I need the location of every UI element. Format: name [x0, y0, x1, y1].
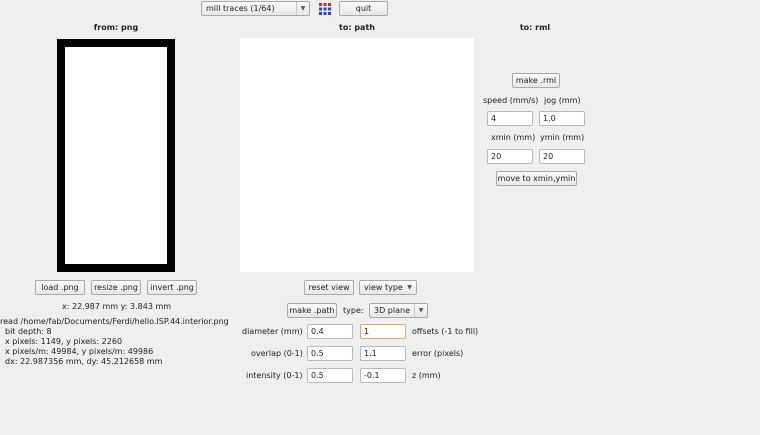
grid-dot — [328, 12, 331, 15]
cursor-coords: x: 22.987 mm y: 3.843 mm — [62, 302, 172, 311]
offsets-field[interactable] — [360, 324, 406, 339]
jog-label: jog (mm) — [544, 96, 581, 105]
png-canvas[interactable] — [57, 39, 175, 272]
mode-select-value: mill traces (1/64) — [206, 4, 275, 13]
z-label: z (mm) — [412, 371, 441, 380]
move-to-origin-button[interactable]: move to xmin,ymin — [496, 171, 577, 186]
path-header: to: path — [339, 23, 375, 32]
ymin-field[interactable] — [539, 149, 585, 164]
grid-dots-icon[interactable] — [318, 2, 332, 16]
info-line-ppm: x pixels/m: 49984, y pixels/m: 49986 — [5, 347, 154, 356]
grid-dot — [323, 7, 327, 11]
overlap-label: overlap (0-1) — [251, 349, 303, 358]
offsets-label: offsets (-1 to fill) — [412, 327, 479, 336]
ymin-label: ymin (mm) — [540, 133, 585, 142]
invert-png-button[interactable]: invert .png — [147, 280, 197, 295]
overlap-field[interactable] — [307, 346, 353, 361]
quit-button[interactable]: quit — [339, 1, 388, 16]
type-label: type: — [343, 306, 364, 315]
diameter-label: diameter (mm) — [242, 327, 303, 336]
load-png-button[interactable]: load .png — [35, 280, 85, 295]
mode-select[interactable]: mill traces (1/64) ▼ — [201, 1, 310, 16]
info-line-depth: bit depth: 8 — [5, 327, 52, 336]
rml-header: to: rml — [519, 23, 551, 32]
speed-label: speed (mm/s) — [483, 96, 539, 105]
error-field[interactable] — [360, 346, 406, 361]
make-path-button[interactable]: make .path — [287, 303, 337, 318]
path-canvas[interactable] — [240, 38, 474, 272]
grid-dot — [328, 3, 331, 6]
intensity-label: intensity (0-1) — [246, 371, 303, 380]
png-header: from: png — [93, 23, 139, 32]
grid-dot — [319, 12, 322, 15]
make-rml-button[interactable]: make .rml — [512, 73, 560, 88]
reset-view-button[interactable]: reset view — [304, 280, 354, 295]
info-line-pixels: x pixels: 1149, y pixels: 2260 — [5, 337, 123, 346]
error-label: error (pixels) — [412, 349, 464, 358]
type-select-value: 3D plane — [374, 306, 410, 315]
grid-dot — [319, 7, 322, 11]
view-type-select[interactable]: view type ▼ — [359, 280, 417, 295]
grid-dot — [323, 3, 327, 6]
chevron-down-icon: ▼ — [414, 304, 427, 317]
type-select[interactable]: 3D plane ▼ — [369, 303, 428, 318]
grid-dot — [328, 7, 331, 11]
png-info: read /home/fab/Documents/Ferdi/hello.ISP… — [0, 317, 229, 367]
diameter-field[interactable] — [307, 324, 353, 339]
png-image-interior — [65, 47, 167, 264]
grid-dot — [323, 12, 327, 15]
intensity-field[interactable] — [307, 368, 353, 383]
info-line-file: read /home/fab/Documents/Ferdi/hello.ISP… — [0, 317, 229, 326]
speed-field[interactable] — [487, 111, 533, 126]
grid-dot — [319, 3, 322, 6]
chevron-down-icon: ▼ — [407, 284, 412, 291]
xmin-field[interactable] — [487, 149, 533, 164]
jog-field[interactable] — [539, 111, 585, 126]
resize-png-button[interactable]: resize .png — [91, 280, 141, 295]
chevron-down-icon: ▼ — [296, 2, 309, 15]
xmin-label: xmin (mm) — [491, 133, 536, 142]
z-field[interactable] — [360, 368, 406, 383]
info-line-dims: dx: 22.987356 mm, dy: 45.212658 mm — [5, 357, 163, 366]
view-type-value: view type — [364, 283, 403, 292]
